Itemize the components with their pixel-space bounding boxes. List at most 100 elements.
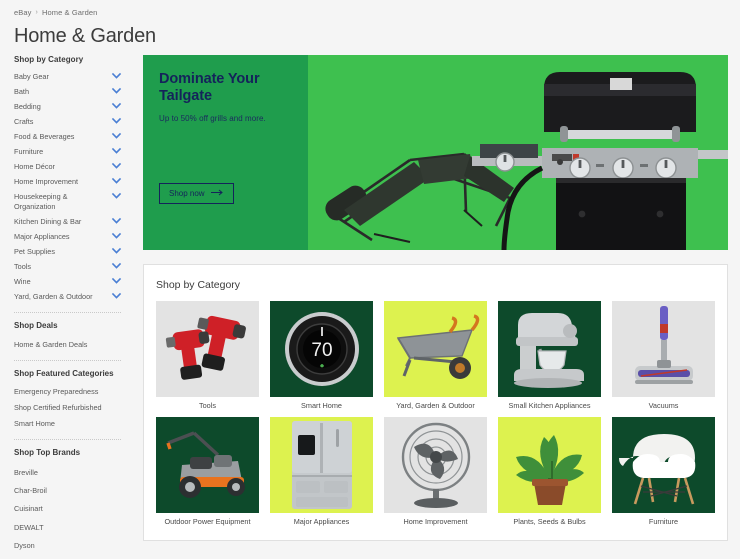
thermostat-image: 70 [270,301,373,397]
svg-text:70: 70 [311,340,332,361]
sidebar-brand-link[interactable]: Char-Broil [14,482,135,500]
chevron-down-icon[interactable] [111,177,122,184]
sidebar-category-item[interactable]: Wine [14,274,135,289]
sidebar-category-label: Pet Supplies [14,246,55,256]
chevron-down-icon[interactable] [111,147,122,154]
sidebar-category-item[interactable]: Tools [14,259,135,274]
sidebar-category-label: Home Décor [14,161,55,171]
sidebar-category-item[interactable]: Bedding [14,99,135,114]
sidebar-brand-link[interactable]: DEWALT [14,518,135,536]
hero-banner[interactable]: Dominate Your Tailgate Up to 50% off gri… [143,55,728,250]
hero-image-panel [308,55,728,250]
fan-image [384,416,487,513]
drills-image [156,301,259,397]
category-tile[interactable]: Vacuums [612,301,715,411]
sidebar-divider-3 [14,439,121,441]
hero-title-line-1: Dominate Your [159,71,260,87]
sidebar-brand-link[interactable]: Cuisinart [14,500,135,518]
category-tile-label: Major Appliances [293,516,350,526]
category-tile[interactable]: Small Kitchen Appliances [498,301,601,411]
sidebar-deal-link[interactable]: Home & Garden Deals [14,336,135,352]
sidebar-category-item[interactable]: Pet Supplies [14,244,135,259]
category-tile-label: Smart Home [301,401,342,410]
category-tile-label: Plants, Seeds & Bulbs [513,516,586,526]
sidebar-category-item[interactable]: Baby Gear [14,69,135,84]
sidebar-featured-link[interactable]: Emergency Preparedness [14,384,135,400]
sidebar-category-item[interactable]: Housekeeping & Organization [14,189,135,214]
sidebar-category-item[interactable]: Crafts [14,114,135,129]
chevron-down-icon[interactable] [111,132,122,139]
chevron-down-icon[interactable] [111,192,122,199]
hero-shop-now-label: Shop now [169,189,205,198]
breadcrumb: eBay › Home & Garden [14,8,97,17]
sidebar-featured-link[interactable]: Shop Certified Refurbished [14,400,135,416]
sidebar-category-label: Kitchen Dining & Bar [14,216,82,226]
category-tile-label: Vacuums [648,401,679,410]
sidebar-brand-link[interactable]: Gotham Steel [14,554,135,559]
mixer-image [498,301,601,397]
arrow-right-icon [210,189,224,198]
sidebar-category-label: Tools [14,261,32,271]
sidebar: Shop by Category Baby Gear Bath Bedding Cra… [0,55,143,559]
category-tile[interactable]: Plants, Seeds & Bulbs [498,416,601,527]
category-tile[interactable]: Home Improvement [384,416,487,527]
chevron-down-icon[interactable] [111,162,122,169]
sidebar-category-label: Yard, Garden & Outdoor [14,291,93,301]
category-tile-label: Furniture [648,516,679,526]
sidebar-category-item[interactable]: Kitchen Dining & Bar [14,214,135,229]
sidebar-category-item[interactable]: Major Appliances [14,229,135,244]
hero-text-panel: Dominate Your Tailgate Up to 50% off gri… [143,55,308,250]
sidebar-category-item[interactable]: Home Improvement [14,174,135,189]
category-tile[interactable]: Tools [156,301,259,411]
chevron-down-icon[interactable] [111,217,122,224]
sidebar-category-label: Housekeeping & Organization [14,191,68,211]
sidebar-category-label: Food & Beverages [14,131,75,141]
category-tile[interactable]: Furniture [612,416,715,527]
sidebar-category-label: Furniture [14,146,44,156]
sidebar-category-label: Wine [14,276,31,286]
chevron-down-icon[interactable] [111,247,122,254]
mower-image [156,416,259,513]
sidebar-category-item[interactable]: Furniture [14,144,135,159]
category-tile[interactable]: 70 Smart Home [270,301,373,411]
chevron-down-icon[interactable] [111,292,122,299]
chevron-down-icon[interactable] [111,87,122,94]
sidebar-brands-heading: Shop Top Brands [14,448,81,458]
chevron-down-icon[interactable] [111,102,122,109]
sidebar-category-item[interactable]: Food & Beverages [14,129,135,144]
category-tile-label: Yard, Garden & Outdoor [396,401,475,410]
chevron-down-icon[interactable] [111,262,122,269]
chair-image [612,416,715,513]
sidebar-brand-link[interactable]: Breville [14,463,135,481]
sidebar-brand-link[interactable]: Dyson [14,536,135,554]
sidebar-category-item[interactable]: Home Décor [14,159,135,174]
sidebar-category-item[interactable]: Yard, Garden & Outdoor [14,289,135,304]
category-tile-label: Tools [198,401,217,410]
chevron-down-icon[interactable] [111,72,122,79]
category-tile-label: Outdoor Power Equipment [164,516,251,526]
hero-title: Dominate Your Tailgate [159,71,294,105]
page-root: eBay › Home & Garden Home & Garden Shop … [0,0,740,559]
category-tile[interactable]: Major Appliances [270,416,373,527]
sidebar-category-item[interactable]: Bath [14,84,135,99]
breadcrumb-current: Home & Garden [41,8,98,17]
hero-shop-now-button[interactable]: Shop now [159,183,234,204]
category-tile[interactable]: Yard, Garden & Outdoor [384,301,487,411]
breadcrumb-root-link[interactable]: eBay [14,8,32,17]
sidebar-featured-list: Emergency Preparedness Shop Certified Ref… [14,384,135,431]
category-tile-label: Small Kitchen Appliances [508,401,591,410]
fridge-image [270,416,373,513]
chevron-down-icon[interactable] [111,232,122,239]
sidebar-category-label: Bedding [14,101,41,111]
sidebar-deals-list: Home & Garden Deals [14,336,135,352]
sidebar-category-label: Baby Gear [14,71,49,81]
sidebar-category-label: Home Improvement [14,176,79,186]
chevron-down-icon[interactable] [111,117,122,124]
sidebar-shop-deals-heading: Shop Deals [14,321,58,331]
sidebar-featured-link[interactable]: Smart Home [14,416,135,432]
sidebar-category-label: Crafts [14,116,34,126]
category-tile[interactable]: Outdoor Power Equipment [156,416,259,527]
vacuum-image [612,301,715,397]
chevron-down-icon[interactable] [111,277,122,284]
hero-title-line-2: Tailgate [159,88,212,105]
